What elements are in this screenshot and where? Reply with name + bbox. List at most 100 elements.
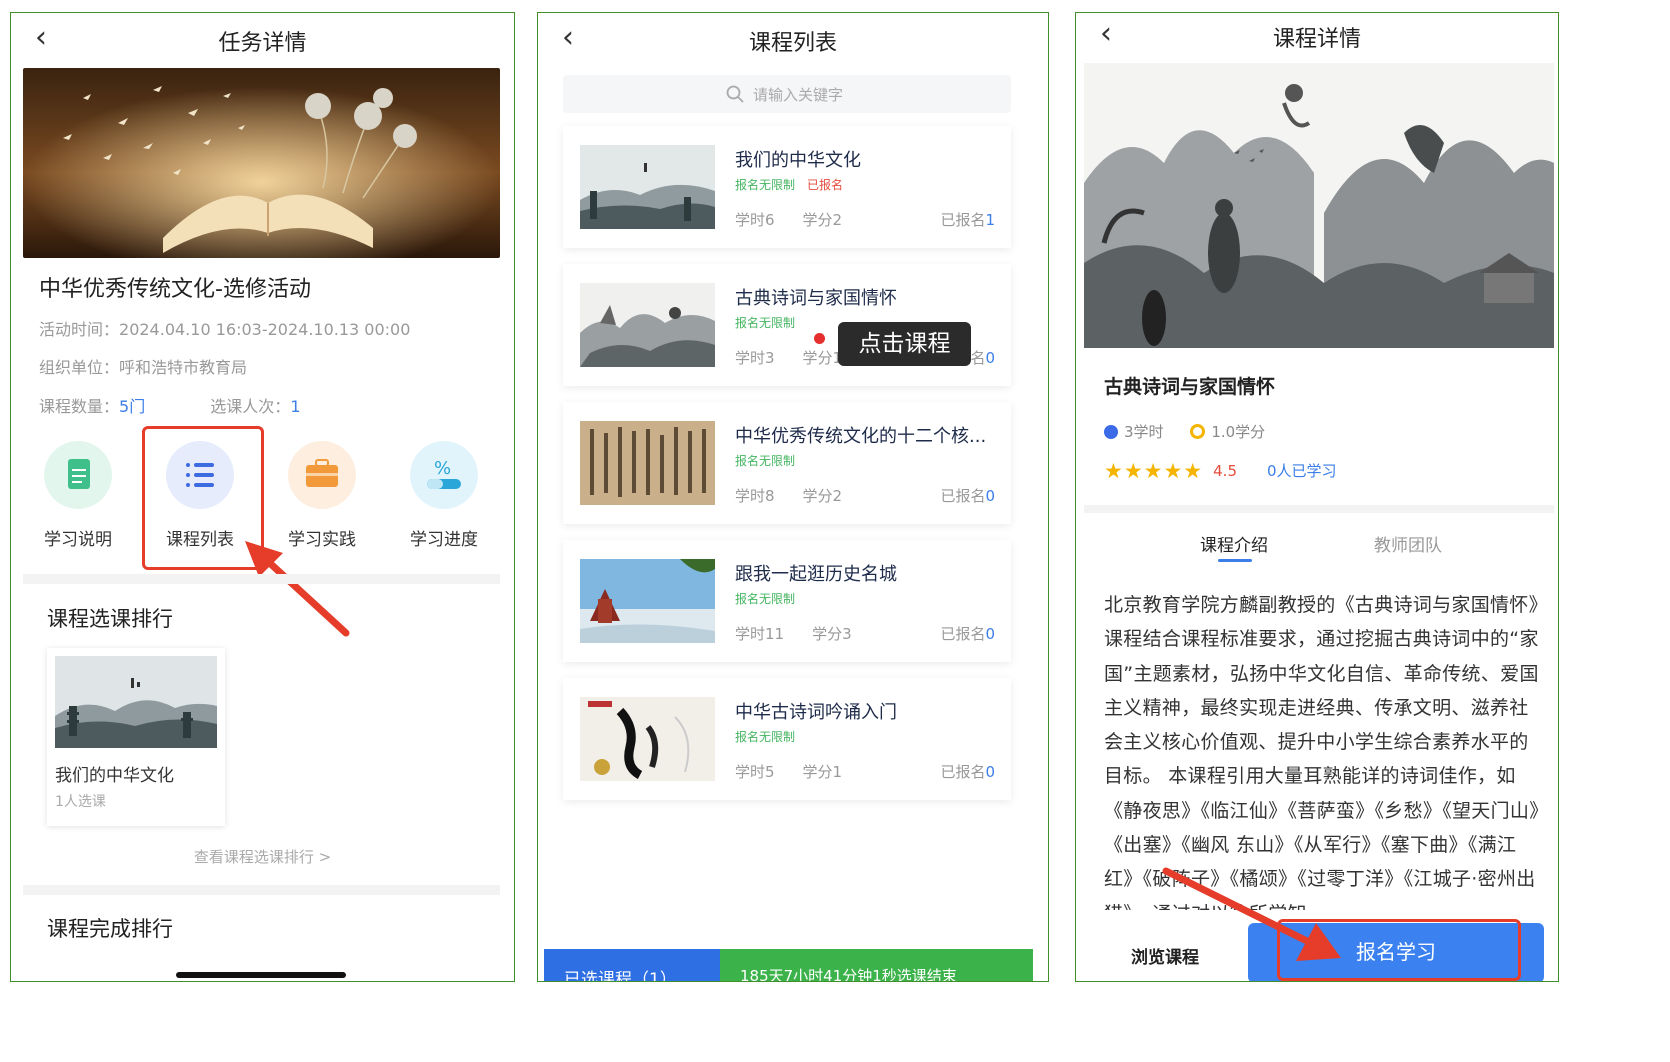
organizer-row: 组织单位：呼和浩特市教育局 xyxy=(39,354,247,378)
selected-courses-button[interactable]: 已选课程（1） xyxy=(544,949,720,982)
course-tags: 报名无限制 xyxy=(735,728,795,745)
view-rank-link[interactable]: 查看课程选课排行 > xyxy=(11,846,514,867)
menu-progress[interactable]: % 学习进度 xyxy=(399,441,489,550)
menu-label: 学习进度 xyxy=(410,530,478,550)
course-enrolled: 已报名0 xyxy=(940,623,995,644)
course-credits: 1.0学分 xyxy=(1211,423,1266,441)
menu-study-guide[interactable]: 学习说明 xyxy=(33,441,123,550)
course-enrolled: 已报名0 xyxy=(940,485,995,506)
course-enrolled: 已报名0 xyxy=(940,761,995,782)
course-meta: 学时11 学分3 xyxy=(735,623,880,644)
tab-course-intro[interactable]: 课程介绍 xyxy=(1200,531,1268,556)
enrolled-count: 0 xyxy=(985,487,995,505)
task-detail-screen: ‹ 任务详情 中华优秀传统文化-选修活动 活动时间：2024.04.10 16:… xyxy=(10,12,515,982)
clock-icon xyxy=(1104,425,1118,439)
enrolled-count: 0 xyxy=(985,763,995,781)
enrolled-status-tag: 已报名 xyxy=(807,178,844,192)
course-meta: 3学时 1.0学分 xyxy=(1104,421,1265,442)
briefcase-icon xyxy=(288,441,356,509)
activity-time-row: 活动时间：2024.04.10 16:03-2024.10.13 00:00 xyxy=(39,316,410,340)
course-card[interactable]: 跟我一起逛历史名城 报名无限制 学时11 学分3 已报名0 xyxy=(563,540,1011,662)
course-list-screen: ‹ 课程列表 请输入关键字 我们的中华文化 报名无限制 已报名 学时6 学分2 已报… xyxy=(537,12,1049,982)
learner-count: 0人已学习 xyxy=(1267,462,1337,480)
course-credits: 学分1 xyxy=(802,349,843,367)
course-hours: 学时8 xyxy=(735,487,775,505)
course-hours: 学时3 xyxy=(735,349,775,367)
course-thumbnail xyxy=(580,283,715,367)
tab-teacher-team[interactable]: 教师团队 xyxy=(1374,531,1442,556)
star-rating-icon: ★★★★★ xyxy=(1104,459,1204,483)
course-thumbnail xyxy=(55,656,217,748)
rank-section-title: 课程选课排行 xyxy=(47,607,173,631)
course-hours: 3学时 xyxy=(1124,423,1164,441)
section-separator xyxy=(1084,505,1554,513)
enroll-limit-tag: 报名无限制 xyxy=(735,454,796,468)
course-credits: 学分2 xyxy=(802,487,843,505)
course-detail-screen: ‹ 课程详情 古典诗词与家国情怀 3学时 1.0学分 ★★★★★ 4.5 0人已学习… xyxy=(1075,12,1559,982)
course-stats-row: 课程数量：5门 选课人次：1 xyxy=(39,393,301,417)
countdown-text: 185天7小时41分钟1秒选课结束 xyxy=(740,967,957,982)
tap-indicator-dot xyxy=(814,333,825,344)
picks-value: 1 xyxy=(290,397,301,416)
activity-time-value: 2024.04.10 16:03-2024.10.13 00:00 xyxy=(119,320,411,339)
course-thumbnail xyxy=(580,145,715,229)
page-title: 课程详情 xyxy=(1272,27,1361,52)
search-input[interactable]: 请输入关键字 xyxy=(563,75,1011,113)
page-title: 任务详情 xyxy=(218,31,307,56)
active-tab-indicator xyxy=(1218,559,1252,562)
header: ‹ 任务详情 xyxy=(11,13,514,65)
course-enrolled: 已报名1 xyxy=(940,209,995,230)
course-tags: 报名无限制 xyxy=(735,314,795,331)
selected-courses-label: 已选课程（1） xyxy=(564,970,677,982)
course-meta: 学时8 学分2 xyxy=(735,485,870,506)
search-icon xyxy=(726,85,744,103)
course-meta: 学时6 学分2 xyxy=(735,209,870,230)
course-tags: 报名无限制 xyxy=(735,452,795,469)
search-placeholder: 请输入关键字 xyxy=(753,86,844,104)
course-title: 中华古诗词吟诵入门 xyxy=(735,702,897,723)
activity-time-label: 活动时间： xyxy=(39,320,120,339)
course-count-value: 5门 xyxy=(119,397,146,416)
course-card[interactable]: 中华古诗词吟诵入门 报名无限制 学时5 学分1 已报名0 xyxy=(563,678,1011,800)
enrolled-label: 已报名 xyxy=(940,487,986,505)
header: ‹ 课程列表 xyxy=(538,13,1048,65)
arrow-annotation xyxy=(245,541,350,637)
course-credits: 学分1 xyxy=(802,763,843,781)
enroll-limit-tag: 报名无限制 xyxy=(735,178,796,192)
complete-section-title: 课程完成排行 xyxy=(47,917,173,941)
course-credits: 学分3 xyxy=(812,625,852,643)
course-title: 中华优秀传统文化的十二个核... xyxy=(735,426,987,447)
enrolled-count: 0 xyxy=(985,349,995,367)
course-title: 古典诗词与家国情怀 xyxy=(735,288,897,309)
course-tags: 报名无限制 已报名 xyxy=(735,176,843,193)
home-indicator xyxy=(176,972,346,978)
course-card[interactable]: 中华优秀传统文化的十二个核... 报名无限制 学时8 学分2 已报名0 xyxy=(563,402,1011,524)
menu-label: 学习说明 xyxy=(44,530,112,550)
enrolled-count: 1 xyxy=(985,211,995,229)
countdown-bar: 185天7小时41分钟1秒选课结束 xyxy=(720,949,1033,982)
enroll-limit-tag: 报名无限制 xyxy=(735,316,796,330)
course-banner-image xyxy=(1084,63,1554,348)
rank-course-card[interactable]: 我们的中华文化 1人选课 xyxy=(47,648,225,826)
course-card[interactable]: 我们的中华文化 报名无限制 已报名 学时6 学分2 已报名1 xyxy=(563,126,1011,248)
enroll-limit-tag: 报名无限制 xyxy=(735,730,796,744)
activity-title: 中华优秀传统文化-选修活动 xyxy=(39,277,311,302)
course-title: 古典诗词与家国情怀 xyxy=(1104,376,1276,398)
credit-coin-icon xyxy=(1190,424,1206,439)
enrolled-label: 已报名 xyxy=(940,763,986,781)
tap-course-tooltip: 点击课程 xyxy=(838,322,971,366)
rating-row: ★★★★★ 4.5 0人已学习 xyxy=(1104,459,1337,483)
course-hours: 学时6 xyxy=(735,211,775,229)
rating-score: 4.5 xyxy=(1213,462,1237,480)
course-thumbnail xyxy=(580,697,715,781)
organizer-label: 组织单位： xyxy=(39,358,120,377)
course-thumbnail xyxy=(580,421,715,505)
course-hours: 学时5 xyxy=(735,763,775,781)
rank-course-picks: 1人选课 xyxy=(55,794,106,810)
rank-course-name: 我们的中华文化 xyxy=(55,766,174,786)
course-hours: 学时11 xyxy=(735,625,785,643)
progress-icon: % xyxy=(410,441,478,509)
course-thumbnail xyxy=(580,559,715,643)
svg-text:%: % xyxy=(434,458,451,479)
course-title: 跟我一起逛历史名城 xyxy=(735,564,897,585)
